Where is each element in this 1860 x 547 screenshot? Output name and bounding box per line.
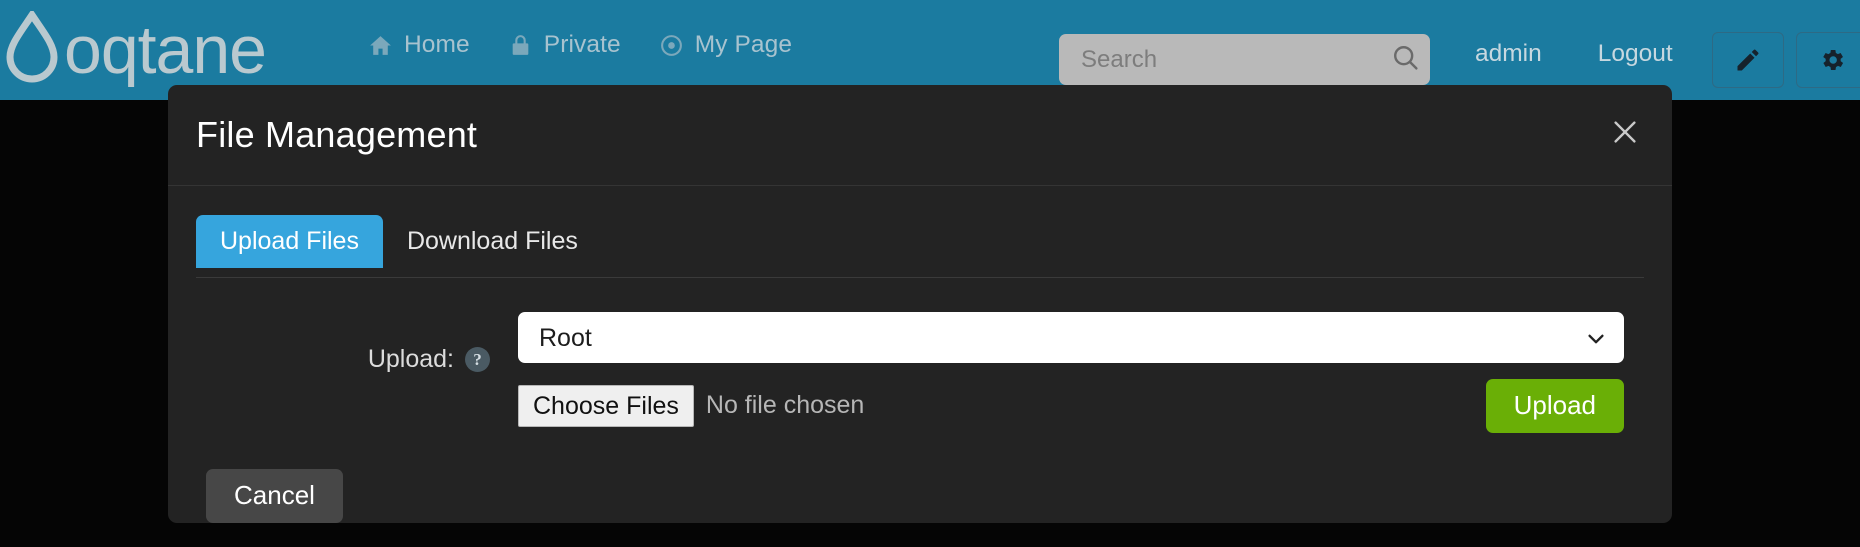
tab-download-files[interactable]: Download Files: [383, 215, 602, 268]
folder-select-wrap: Root: [518, 312, 1624, 363]
modal-tabs: Upload Files Download Files: [196, 215, 1644, 278]
upload-fields: Root Choose Files No file chosen Upload: [490, 312, 1644, 433]
nav-item-my-page-label: My Page: [694, 31, 793, 58]
user-links: admin Logout: [1475, 40, 1673, 68]
main-nav: Home Private My Page: [368, 31, 792, 59]
search-input[interactable]: [1081, 45, 1391, 74]
settings-button[interactable]: [1796, 32, 1860, 88]
search-icon[interactable]: [1391, 43, 1420, 77]
folder-select[interactable]: Root: [518, 312, 1624, 363]
upload-form-row: Upload: ? Root Choose Files No file chos…: [196, 312, 1644, 433]
edit-page-button[interactable]: [1712, 32, 1784, 88]
file-management-modal: File Management Upload Files Download Fi…: [168, 85, 1672, 523]
home-icon: [368, 33, 393, 58]
page-root: oqtane Home Private My Page Search admin…: [0, 0, 1860, 547]
search-box[interactable]: [1059, 34, 1430, 85]
upload-button[interactable]: Upload: [1485, 379, 1624, 433]
choose-files-button[interactable]: Choose Files: [518, 384, 694, 428]
upload-label: Upload:: [367, 345, 454, 373]
nav-item-home-label: Home: [404, 31, 470, 58]
pencil-icon: [1734, 46, 1762, 74]
svg-text:oqtane: oqtane: [64, 12, 266, 88]
logout-link[interactable]: Logout: [1598, 40, 1673, 68]
header-action-buttons: [1712, 32, 1860, 88]
nav-item-private[interactable]: Private: [508, 31, 621, 59]
close-icon: [1610, 117, 1640, 150]
modal-title: File Management: [196, 114, 478, 155]
oqtane-logo[interactable]: oqtane: [6, 10, 346, 90]
gear-icon: [1818, 46, 1846, 74]
modal-body: Upload Files Download Files Upload: ? Ro…: [168, 215, 1672, 523]
target-icon: [659, 33, 684, 58]
modal-header: File Management: [168, 85, 1672, 186]
upload-label-group: Upload: ?: [196, 312, 490, 374]
nav-item-home[interactable]: Home: [368, 31, 470, 59]
help-icon[interactable]: ?: [465, 347, 490, 372]
nav-item-my-page[interactable]: My Page: [659, 31, 792, 59]
tab-upload-files[interactable]: Upload Files: [196, 215, 383, 268]
user-name-link[interactable]: admin: [1475, 40, 1542, 68]
file-picker: Choose Files No file chosen: [518, 384, 865, 428]
nav-item-private-label: Private: [543, 31, 621, 58]
file-status-text: No file chosen: [705, 391, 865, 420]
lock-icon: [508, 33, 533, 58]
file-input-row: Choose Files No file chosen Upload: [518, 379, 1624, 433]
cancel-button[interactable]: Cancel: [206, 468, 343, 523]
close-button[interactable]: [1603, 111, 1647, 155]
